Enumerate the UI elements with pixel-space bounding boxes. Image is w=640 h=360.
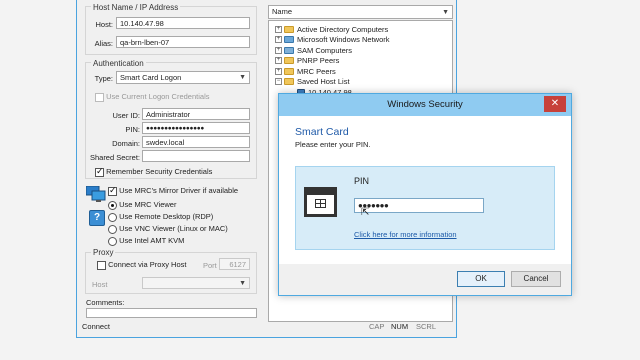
shared-secret-field[interactable] [142, 150, 250, 162]
dialog-title-bar[interactable]: Windows Security ✕ [279, 94, 571, 116]
viewer-option-amt[interactable]: Use Intel AMT KVM [108, 236, 184, 246]
pin-label: PIN: [125, 125, 140, 134]
comments-field[interactable] [86, 308, 257, 318]
viewer-vnc-radio[interactable] [108, 224, 117, 234]
more-info-link[interactable]: Click here for more information [354, 230, 457, 239]
viewer-amt-label: Use Intel AMT KVM [119, 236, 185, 245]
tree-item-label: Saved Host List [297, 77, 350, 87]
viewer-rdp-label: Use Remote Desktop (RDP) [119, 212, 214, 221]
comments-label: Comments: [86, 298, 125, 307]
domain-field[interactable]: swdev.local [142, 136, 250, 148]
remember-credentials-label: Remember Security Credentials [106, 167, 213, 176]
auth-type-value: Smart Card Logon [120, 73, 182, 82]
mirror-driver-option[interactable]: Use MRC's Mirror Driver if available [108, 185, 239, 196]
mirror-driver-checkbox[interactable] [108, 185, 117, 196]
pin-field[interactable]: ●●●●●●●●●●●●●●●● [142, 122, 250, 134]
pin-input[interactable]: ●●●●●●● [354, 198, 484, 213]
chevron-down-icon: ▼ [442, 9, 449, 16]
tree-item[interactable]: + MRC Peers [275, 66, 390, 77]
computers-icon [284, 46, 294, 54]
monitor-icon [85, 185, 106, 202]
host-group-title: Host Name / IP Address [91, 3, 181, 12]
smart-card-panel[interactable]: PIN ●●●●●●● ⇱ Click here for more inform… [295, 166, 555, 250]
dialog-footer: OK Cancel [279, 264, 571, 295]
user-id-label: User ID: [112, 111, 140, 120]
use-current-logon-checkbox[interactable] [95, 92, 104, 102]
chevron-down-icon: ▼ [239, 74, 246, 81]
proxy-host-label: Host [92, 280, 108, 289]
collapse-icon[interactable]: − [275, 78, 282, 86]
dialog-heading: Smart Card [295, 126, 349, 138]
user-id-field[interactable]: Administrator [142, 108, 250, 120]
proxy-connect-option[interactable]: Connect via Proxy Host [97, 260, 186, 270]
expand-icon[interactable]: + [275, 25, 282, 33]
status-cap: CAP [369, 322, 385, 331]
alias-field[interactable]: qa-brn-lben-07 [116, 36, 250, 48]
type-label: Type: [94, 74, 113, 83]
expand-icon[interactable]: + [275, 67, 282, 75]
viewer-vnc-label: Use VNC Viewer (Linux or MAC) [119, 224, 228, 233]
shared-secret-label: Shared Secret: [89, 153, 140, 162]
expand-icon[interactable]: + [275, 36, 282, 44]
viewer-option-rdp[interactable]: Use Remote Desktop (RDP) [108, 212, 213, 222]
tree-item[interactable]: + Microsoft Windows Network [275, 35, 390, 46]
network-icon [284, 36, 294, 44]
use-current-logon-label: Use Current Logon Credentials [106, 92, 210, 101]
proxy-group-title: Proxy [91, 248, 116, 257]
remember-credentials-option[interactable]: Remember Security Credentials [95, 166, 213, 177]
tree-item[interactable]: + Active Directory Computers [275, 24, 390, 35]
domain-label: Domain: [112, 139, 140, 148]
ok-button[interactable]: OK [457, 271, 505, 287]
proxy-connect-checkbox[interactable] [97, 260, 106, 270]
tree-column-label: Name [272, 7, 293, 16]
auth-group-title: Authentication [91, 59, 146, 68]
proxy-port-label: Port [203, 261, 217, 270]
viewer-mrc-radio[interactable] [108, 200, 117, 210]
smart-card-icon [304, 187, 337, 217]
viewer-amt-radio[interactable] [108, 236, 117, 246]
auth-type-select[interactable]: Smart Card Logon ▼ [116, 71, 250, 84]
alias-label: Alias: [94, 39, 113, 48]
proxy-port-field[interactable]: 6127 [219, 258, 250, 270]
expand-icon[interactable]: + [275, 57, 282, 65]
tree-item-label: PNRP Peers [297, 56, 340, 66]
folder-icon [284, 25, 294, 33]
dialog-title: Windows Security [387, 99, 463, 110]
folder-icon [284, 67, 294, 75]
tree-item-label: Microsoft Windows Network [297, 35, 390, 45]
viewer-rdp-radio[interactable] [108, 212, 117, 222]
use-current-logon-option[interactable]: Use Current Logon Credentials [95, 92, 209, 102]
tree-item[interactable]: + PNRP Peers [275, 56, 390, 67]
proxy-host-select[interactable]: ▼ [142, 277, 250, 289]
close-icon[interactable]: ✕ [544, 96, 566, 112]
status-num: NUM [391, 322, 409, 331]
windows-security-dialog: Windows Security ✕ Smart Card Please ent… [278, 93, 572, 296]
status-bar: Connect CAP NUM SCRL [77, 321, 456, 333]
tree-item-label: MRC Peers [297, 66, 336, 76]
viewer-option-mrc[interactable]: Use MRC Viewer [108, 200, 176, 210]
tree-item[interactable]: − Saved Host List [275, 77, 390, 88]
tree-item[interactable]: + SAM Computers [275, 45, 390, 56]
viewer-mrc-label: Use MRC Viewer [119, 200, 177, 209]
viewer-option-vnc[interactable]: Use VNC Viewer (Linux or MAC) [108, 224, 228, 234]
tree-column-header[interactable]: Name ▼ [268, 5, 453, 19]
chevron-down-icon: ▼ [239, 280, 246, 287]
remember-credentials-checkbox[interactable] [95, 166, 104, 177]
tree-item-label: SAM Computers [297, 45, 353, 55]
help-icon[interactable]: ? [89, 210, 105, 226]
expand-icon[interactable]: + [275, 46, 282, 54]
mirror-driver-label: Use MRC's Mirror Driver if available [119, 186, 239, 195]
folder-icon [284, 57, 294, 65]
tree-item-label: Active Directory Computers [297, 24, 389, 34]
folder-icon [284, 78, 294, 86]
host-label: Host: [95, 20, 113, 29]
pin-prompt-label: PIN [354, 176, 370, 186]
status-text: Connect [82, 322, 110, 331]
proxy-connect-label: Connect via Proxy Host [108, 260, 187, 269]
status-scrl: SCRL [416, 322, 437, 331]
cancel-button[interactable]: Cancel [511, 271, 561, 287]
dialog-subtitle: Please enter your PIN. [295, 140, 371, 149]
cursor-icon: ⇱ [361, 207, 370, 218]
host-field[interactable]: 10.140.47.98 [116, 17, 250, 29]
